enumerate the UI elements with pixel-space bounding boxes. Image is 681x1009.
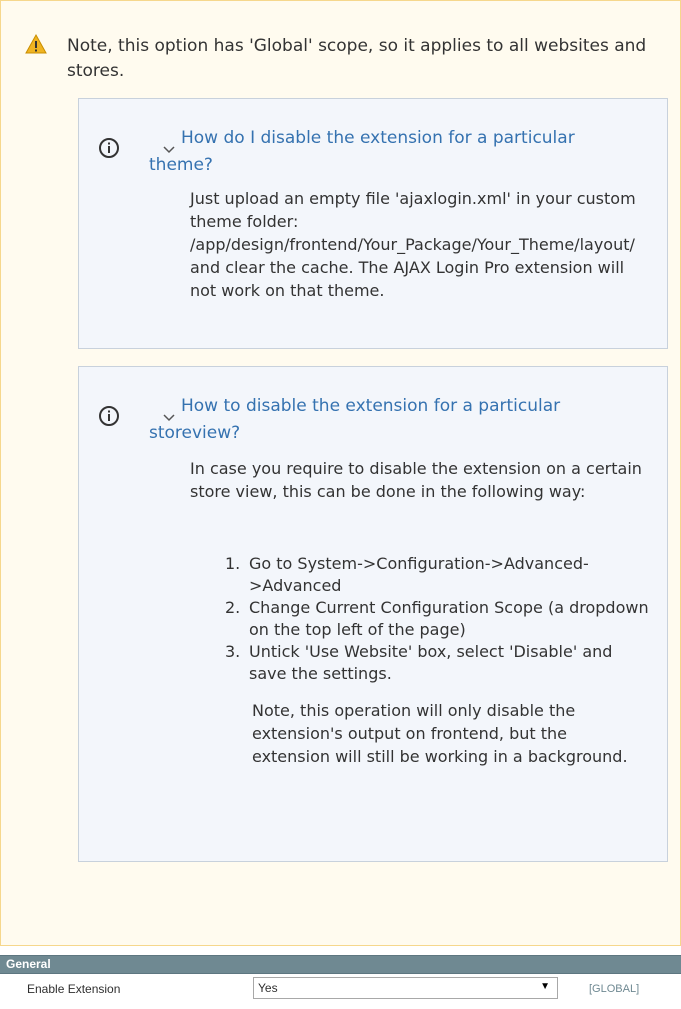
faq-question-storeview[interactable]: How to disable the extension for a parti…	[149, 393, 629, 447]
section-title: General	[6, 957, 51, 971]
warning-icon	[25, 33, 47, 55]
step-item: 3. Untick 'Use Website' box, select 'Disa…	[225, 642, 613, 683]
dropdown-arrow-icon: ▼	[540, 981, 550, 992]
faq-question-theme[interactable]: How do I disable the extension for a par…	[149, 125, 629, 179]
faq-answer-storeview: In case you require to disable the exten…	[190, 459, 642, 501]
steps-list: 1. Go to System->Configuration->Advanced-…	[225, 553, 649, 685]
enable-extension-label: Enable Extension	[27, 982, 121, 996]
note-text: Note, this option has 'Global' scope, so…	[67, 36, 647, 81]
step-item: 2. Change Current Configuration Scope (a …	[225, 598, 649, 639]
step-item: 1. Go to System->Configuration->Advanced-…	[225, 554, 589, 595]
faq-answer-theme: Just upload an empty file 'ajaxlogin.xml…	[190, 189, 636, 300]
scope-label: [GLOBAL]	[589, 983, 640, 995]
select-value: Yes	[258, 981, 278, 995]
info-icon	[98, 405, 120, 427]
faq-box-theme: How do I disable the extension for a par…	[78, 98, 668, 349]
global-scope-note: Note, this option has 'Global' scope, so…	[0, 0, 681, 946]
faq-note-storeview: Note, this operation will only disable t…	[252, 701, 628, 766]
faq-box-storeview: How to disable the extension for a parti…	[78, 366, 668, 862]
info-icon	[98, 137, 120, 159]
enable-extension-select[interactable]: Yes ▼	[253, 977, 558, 999]
section-header-general[interactable]: General	[0, 955, 681, 974]
